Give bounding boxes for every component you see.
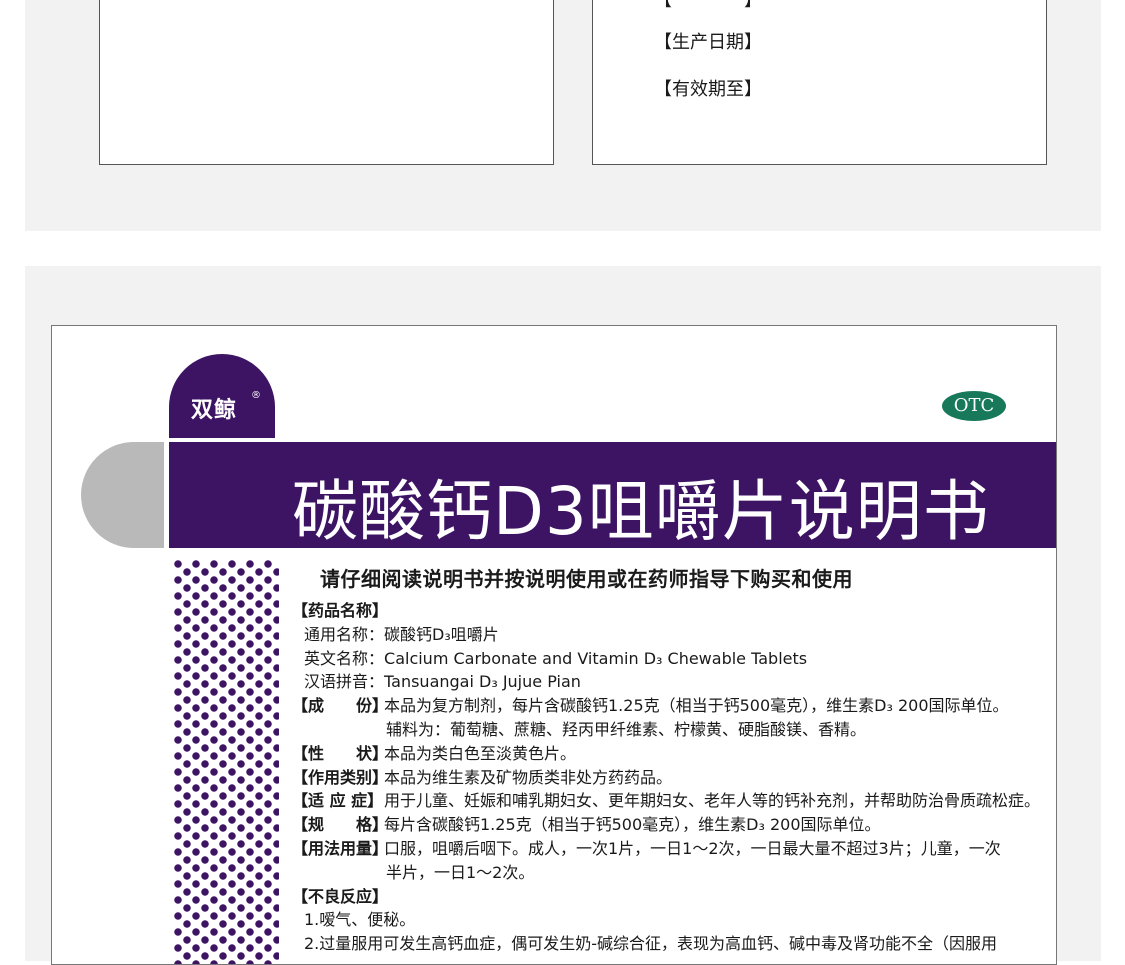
composition-excipients: 辅料为：葡萄糖、蔗糖、羟丙甲纤维素、柠檬黄、硬脂酸镁、香精。 — [386, 719, 867, 739]
properties-row: 【性 状】 本品为类白色至淡黄色片。 — [292, 742, 1052, 766]
properties-label: 【性 状】 — [292, 743, 389, 763]
composition-label: 【成 份】 — [292, 696, 389, 716]
brand-logo: 双鲸 ® — [169, 354, 275, 438]
indications-label: 【适 应 症】 — [292, 791, 384, 811]
leaflet-content: 【药品名称】 通用名称： 碳酸钙D₃咀嚼片 英文名称： Calcium Carb… — [292, 599, 1052, 956]
properties-text: 本品为类白色至淡黄色片。 — [384, 743, 577, 763]
category-row: 【作用类别】 本品为维生素及矿物质类非处方药药品。 — [292, 766, 1052, 790]
otc-badge: OTC — [942, 391, 1006, 421]
partial-field-line: 【 】 — [654, 0, 762, 11]
composition-row: 【成 份】 本品为复方制剂，每片含碳酸钙1.25克（相当于钙500毫克），维生素… — [292, 694, 1052, 718]
adverse-heading: 【不良反应】 — [292, 886, 389, 906]
expiry-date-label: 【有效期至】 — [654, 79, 762, 100]
decorative-dot-pattern-offset — [178, 564, 279, 964]
generic-name-value: 碳酸钙D₃咀嚼片 — [384, 624, 499, 644]
generic-name-label: 通用名称： — [304, 624, 385, 644]
drug-name-heading: 【药品名称】 — [292, 601, 389, 620]
leaflet-title: 碳酸钙D3咀嚼片说明书 — [292, 473, 990, 550]
title-band: 碳酸钙D3咀嚼片说明书 — [169, 442, 1056, 550]
specification-row: 【规 格】 每片含碳酸钙1.25克（相当于钙500毫克），维生素D₃ 200国际… — [292, 813, 1052, 837]
dosage-text: 口服，咀嚼后咽下。成人，一次1片，一日1～2次，一日最大量不超过3片；儿童，一次 — [384, 838, 1001, 858]
indications-row: 【适 应 症】 用于儿童、妊娠和哺乳期妇女、更年期妇女、老年人等的钙补充剂，并帮… — [292, 789, 1052, 813]
registered-mark: ® — [251, 390, 261, 401]
dosage-row: 【用法用量】 口服，咀嚼后咽下。成人，一次1片，一日1～2次，一日最大量不超过3… — [292, 837, 1052, 861]
specification-label: 【规 格】 — [292, 815, 389, 835]
decorative-gray-tab — [81, 442, 164, 548]
brand-name: 双鲸 — [191, 398, 238, 423]
dosage-continued: 半片，一日1～2次。 — [386, 862, 535, 882]
category-text: 本品为维生素及矿物质类非处方药药品。 — [384, 767, 673, 787]
specification-text: 每片含碳酸钙1.25克（相当于钙500毫克），维生素D₃ 200国际单位。 — [384, 815, 881, 835]
composition-text: 本品为复方制剂，每片含碳酸钙1.25克（相当于钙500毫克），维生素D₃ 200… — [384, 696, 1009, 716]
dosage-label: 【用法用量】 — [292, 838, 389, 858]
production-date-label: 【生产日期】 — [654, 32, 762, 53]
category-label: 【作用类别】 — [292, 767, 389, 787]
adverse-item-2: 2.过量服用可发生高钙血症，偶可发生奶-碱综合征，表现为高血钙、碱中毒及肾功能不… — [304, 934, 998, 954]
english-name-value: Calcium Carbonate and Vitamin D₃ Chewabl… — [384, 648, 808, 668]
pinyin-row: 汉语拼音： Tansuangai D₃ Jujue Pian — [292, 670, 1052, 694]
english-name-label: 英文名称： — [304, 648, 385, 668]
pinyin-value: Tansuangai D₃ Jujue Pian — [384, 672, 581, 692]
generic-name-row: 通用名称： 碳酸钙D₃咀嚼片 — [292, 623, 1052, 647]
blank-box-left — [99, 0, 554, 165]
english-name-row: 英文名称： Calcium Carbonate and Vitamin D₃ C… — [292, 647, 1052, 671]
indications-text: 用于儿童、妊娠和哺乳期妇女、更年期妇女、老年人等的钙补充剂，并帮助防治骨质疏松症… — [384, 791, 1041, 811]
usage-warning: 请仔细阅读说明书并按说明使用或在药师指导下购买和使用 — [320, 567, 853, 591]
adverse-item-1: 1.嗳气、便秘。 — [304, 910, 416, 930]
pinyin-label: 汉语拼音： — [304, 672, 385, 692]
instruction-leaflet: 双鲸 ® OTC 碳酸钙D3咀嚼片说明书 请仔细阅读说明书并按说明使用或在药师指… — [51, 325, 1057, 965]
